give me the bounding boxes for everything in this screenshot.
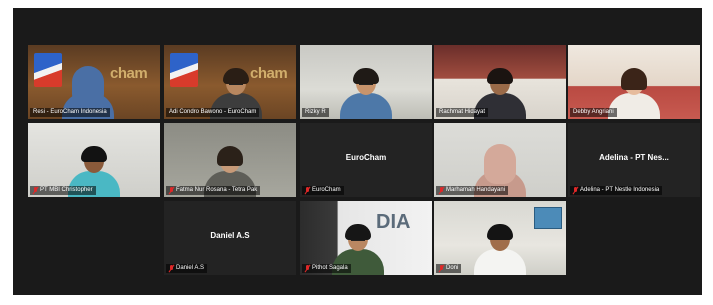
participant-display-name: Daniel A.S [210, 231, 250, 240]
microphone-muted-icon [169, 187, 174, 194]
participant-tile[interactable]: Debby Angriani [568, 45, 700, 119]
participant-name: Debby Angriani [570, 108, 617, 117]
participant-video [474, 224, 526, 275]
participant-video [340, 68, 392, 119]
participant-name: Resi - EuroCham Indonesia [30, 108, 110, 117]
participant-tile[interactable]: DIA Pithot Sagala [300, 201, 432, 275]
video-gallery: cham Resi - EuroCham Indonesia cham Adi … [13, 8, 702, 295]
participant-tile[interactable]: Fatma Nur Rosana - Tetra Pak [164, 123, 296, 197]
microphone-muted-icon [33, 187, 38, 194]
participant-tile[interactable]: Rizky R [300, 45, 432, 119]
microphone-muted-icon [439, 187, 444, 194]
participant-name: Daniel A.S [166, 264, 208, 273]
participant-tile[interactable]: Marhamah Handayani [434, 123, 566, 197]
participant-name: Fatma Nur Rosana - Tetra Pak [166, 186, 261, 195]
microphone-muted-icon [305, 265, 310, 272]
participant-tile[interactable]: Daniel A.S Daniel A.S [164, 201, 296, 275]
participant-name: Marhamah Handayani [436, 186, 509, 195]
participant-display-name: EuroCham [345, 153, 387, 162]
participant-display-name: Adelina - PT Nes... [599, 153, 669, 162]
background-logo-text: cham [110, 65, 148, 82]
participant-tile[interactable]: PT MBI Christopher [28, 123, 160, 197]
wall-picture [534, 207, 562, 229]
participant-tile[interactable]: Doni [434, 201, 566, 275]
participant-name: Adelina - PT Nestle Indonesia [570, 186, 663, 195]
participant-name: Rizky R [302, 108, 329, 117]
participant-tile[interactable]: Adelina - PT Nes... Adelina - PT Nestle … [568, 123, 700, 197]
participant-name: Rachmat Hidayat [436, 108, 489, 117]
participant-name: PT MBI Christopher [30, 186, 96, 195]
participant-name: Adi Condro Bawono - EuroCham [166, 108, 260, 117]
participant-tile[interactable]: EuroCham EuroCham [300, 123, 432, 197]
microphone-muted-icon [169, 265, 174, 272]
eurocham-banner [170, 53, 198, 87]
microphone-muted-icon [573, 187, 578, 194]
participant-tile[interactable]: cham Adi Condro Bawono - EuroCham [164, 45, 296, 119]
participant-name: Pithot Sagala [302, 264, 351, 273]
microphone-muted-icon [439, 265, 444, 272]
participant-tile[interactable]: cham Resi - EuroCham Indonesia [28, 45, 160, 119]
eurocham-banner [34, 53, 62, 87]
participant-name: EuroCham [302, 186, 344, 195]
microphone-muted-icon [305, 187, 310, 194]
participant-tile[interactable]: Rachmat Hidayat [434, 45, 566, 119]
participant-name: Doni [436, 264, 462, 273]
